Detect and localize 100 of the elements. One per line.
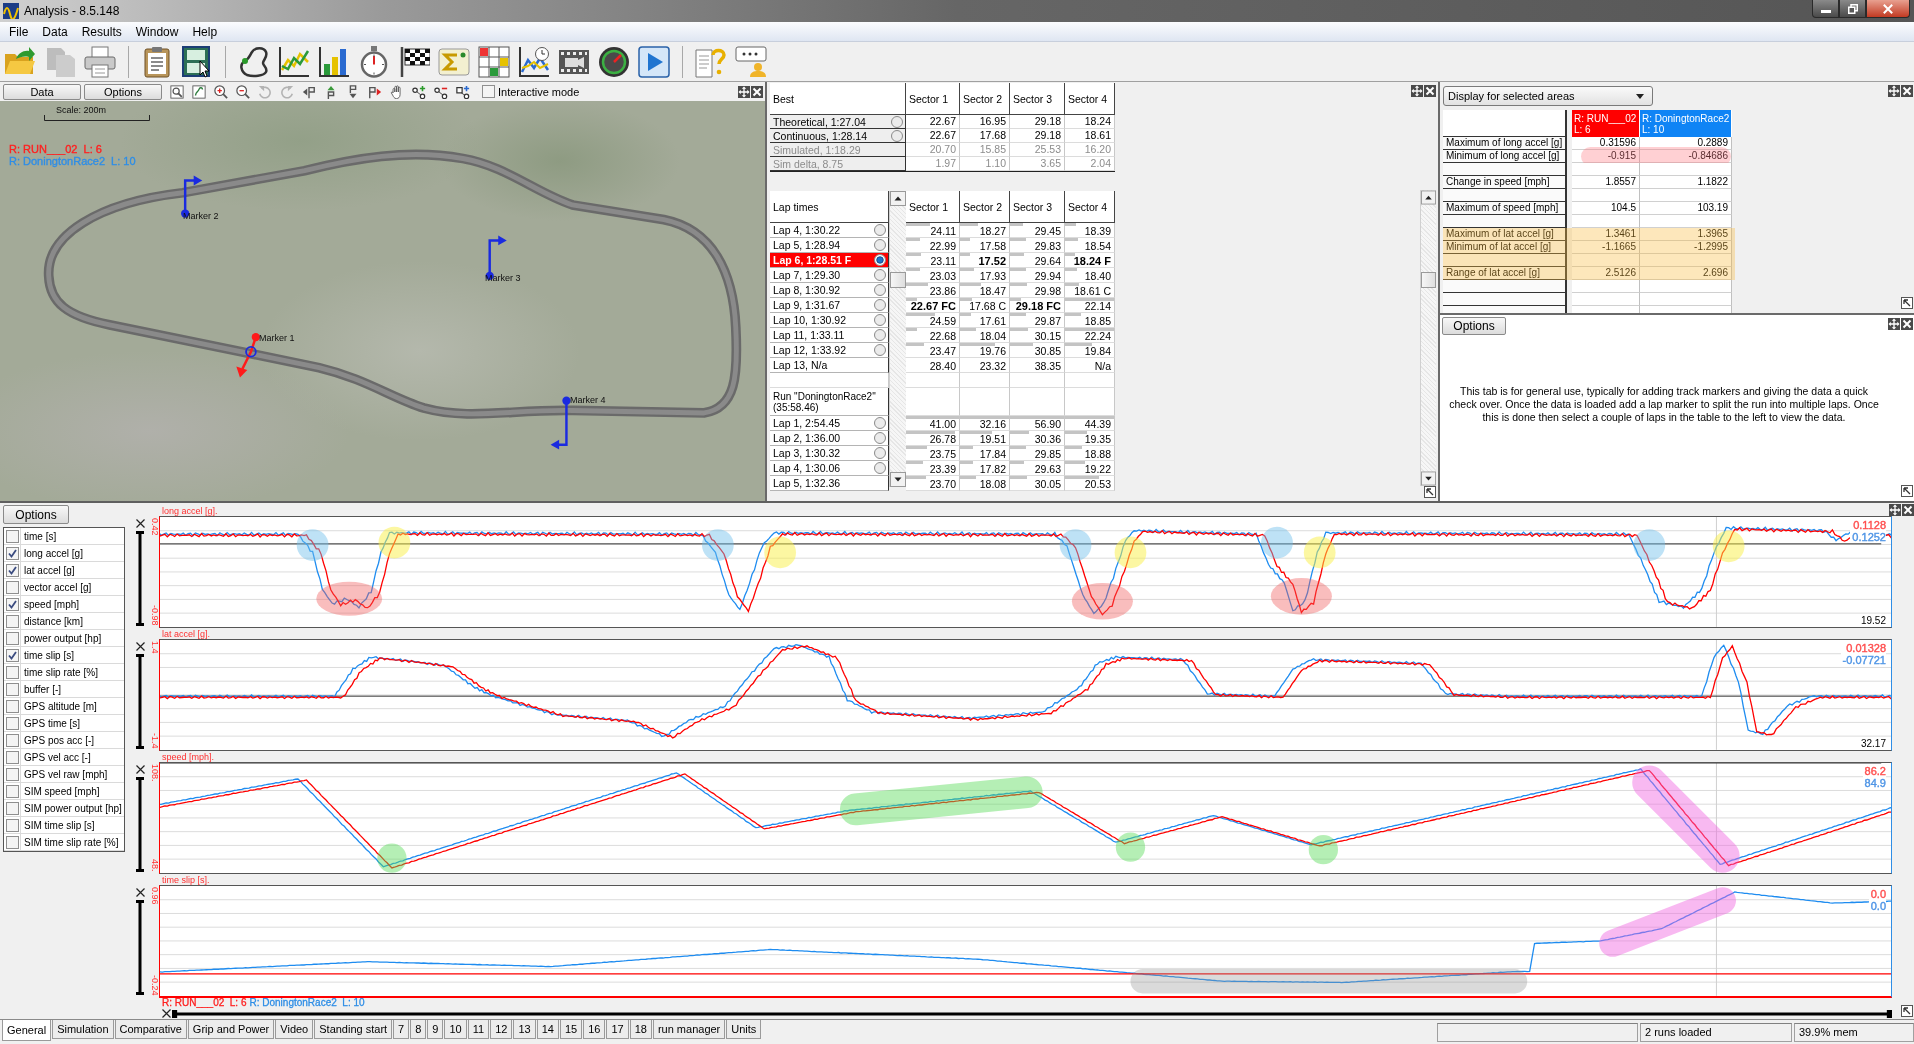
menu-item[interactable]: Data <box>35 24 75 39</box>
menu-item[interactable]: Window <box>128 24 186 39</box>
tab[interactable]: 14 <box>536 1020 559 1039</box>
tab[interactable]: General <box>2 1020 52 1041</box>
checkbox[interactable] <box>5 546 19 560</box>
column-header[interactable]: Lap times <box>770 191 889 223</box>
options-button[interactable]: Options <box>3 505 69 524</box>
move-icon[interactable] <box>1411 85 1423 97</box>
marker-right-icon[interactable] <box>368 84 382 99</box>
radio-button[interactable] <box>874 284 886 296</box>
checkbox[interactable] <box>5 580 19 594</box>
close-icon[interactable] <box>162 1009 171 1018</box>
column-header[interactable]: Sector 1 <box>906 83 960 115</box>
scroll-down-button[interactable] <box>1421 471 1436 486</box>
hand-icon[interactable] <box>390 84 404 99</box>
checkbox[interactable] <box>5 631 19 645</box>
tab[interactable]: Grip and Power <box>187 1020 275 1039</box>
radio-button[interactable] <box>874 254 886 266</box>
table-cell[interactable]: Theoretical, 1:27.04 <box>770 115 906 129</box>
table-cell[interactable]: Lap 12, 1:33.92 <box>770 343 889 358</box>
line-chart-icon[interactable] <box>278 45 310 78</box>
checkbox[interactable] <box>5 614 19 628</box>
marker-flag[interactable] <box>236 332 260 378</box>
gauge-icon[interactable] <box>598 45 630 78</box>
resize-icon[interactable] <box>1424 486 1436 498</box>
checkbox[interactable] <box>5 597 19 611</box>
display-dropdown[interactable]: Display for selected areas <box>1443 86 1653 106</box>
radio-button[interactable] <box>874 462 886 474</box>
close-icon[interactable] <box>135 642 145 651</box>
move-icon[interactable] <box>1888 318 1900 330</box>
radio-button[interactable] <box>874 432 886 444</box>
table-cell[interactable]: Lap 4, 1:30.06 <box>770 461 889 476</box>
grid-icon[interactable] <box>478 45 510 78</box>
table-cursor-icon[interactable] <box>181 45 213 78</box>
printer-icon[interactable] <box>84 45 116 78</box>
radio-button[interactable] <box>874 329 886 341</box>
radio-button[interactable] <box>891 129 903 142</box>
column-header[interactable]: Best <box>770 83 906 115</box>
tab[interactable]: 10 <box>444 1020 467 1039</box>
move-icon[interactable] <box>1888 85 1900 97</box>
close-icon[interactable] <box>135 519 145 528</box>
scroll-down-button[interactable] <box>890 472 906 487</box>
tab[interactable]: Units <box>726 1020 762 1039</box>
speech-bubble-icon[interactable] <box>735 45 767 78</box>
tab[interactable]: 17 <box>606 1020 629 1039</box>
checkbox[interactable] <box>5 767 19 781</box>
close-icon[interactable] <box>135 888 145 897</box>
scrollbar[interactable] <box>1420 190 1436 486</box>
table-cell[interactable]: Lap 8, 1:30.92 <box>770 283 889 298</box>
radio-button[interactable] <box>874 417 886 429</box>
resize-icon[interactable] <box>1901 485 1913 497</box>
minimize-button[interactable] <box>1812 0 1839 18</box>
axis-zoom-handle[interactable] <box>136 900 144 995</box>
table-cell[interactable]: Lap 6, 1:28.51 F <box>770 253 889 268</box>
checkbox[interactable] <box>5 835 19 849</box>
marker-flag[interactable] <box>550 396 571 450</box>
restore-button[interactable] <box>1839 0 1866 18</box>
scroll-thumb[interactable] <box>1421 272 1436 288</box>
checkered-flag-icon[interactable] <box>398 45 430 78</box>
add-node-icon[interactable] <box>412 84 426 99</box>
track-icon[interactable] <box>238 45 270 78</box>
close-icon[interactable] <box>135 765 145 774</box>
table-cell[interactable]: Lap 9, 1:31.67 <box>770 298 889 313</box>
radio-button[interactable] <box>874 314 886 326</box>
tab[interactable]: 12 <box>490 1020 513 1039</box>
scroll-up-button[interactable] <box>1421 190 1436 205</box>
checkbox[interactable] <box>5 784 19 798</box>
checkbox[interactable] <box>5 699 19 713</box>
tab[interactable]: 13 <box>513 1020 536 1039</box>
tab[interactable]: 16 <box>583 1020 606 1039</box>
zoom-in-icon[interactable] <box>214 84 228 99</box>
checkbox[interactable] <box>5 682 19 696</box>
menu-item[interactable]: Help <box>185 24 225 39</box>
radio-button[interactable] <box>874 239 886 251</box>
tab[interactable]: 9 <box>427 1020 444 1039</box>
scroll-up-button[interactable] <box>890 191 906 206</box>
tab[interactable]: Comparative <box>114 1020 187 1039</box>
menu-item[interactable]: Results <box>74 24 129 39</box>
table-cell[interactable]: Lap 13, N/a <box>770 358 889 373</box>
table-cell[interactable]: Lap 11, 1:33.11 <box>770 328 889 343</box>
panel-button[interactable]: Data <box>3 83 81 100</box>
checkbox[interactable] <box>5 716 19 730</box>
radio-button[interactable] <box>874 344 886 356</box>
checkbox[interactable] <box>5 665 19 679</box>
play-icon[interactable] <box>638 45 670 78</box>
table-cell[interactable]: Lap 3, 1:30.32 <box>770 446 889 461</box>
table-cell[interactable]: Lap 7, 1:29.30 <box>770 268 889 283</box>
chart-clock-icon[interactable] <box>518 45 550 78</box>
radio-button[interactable] <box>874 447 886 459</box>
table-cell[interactable]: Continuous, 1:28.14 <box>770 129 906 143</box>
time-range-handle[interactable] <box>172 1009 1892 1018</box>
table-cell[interactable]: Lap 4, 1:30.22 <box>770 223 889 238</box>
tab[interactable]: Video <box>275 1020 314 1039</box>
checkbox[interactable] <box>5 563 19 577</box>
radio-button[interactable] <box>891 115 903 128</box>
radio-button[interactable] <box>874 224 886 236</box>
close-button[interactable] <box>1866 0 1910 18</box>
bar-chart-icon[interactable] <box>318 45 350 78</box>
tab[interactable]: 7 <box>393 1020 410 1039</box>
column-header[interactable]: Sector 4 <box>1065 83 1115 115</box>
